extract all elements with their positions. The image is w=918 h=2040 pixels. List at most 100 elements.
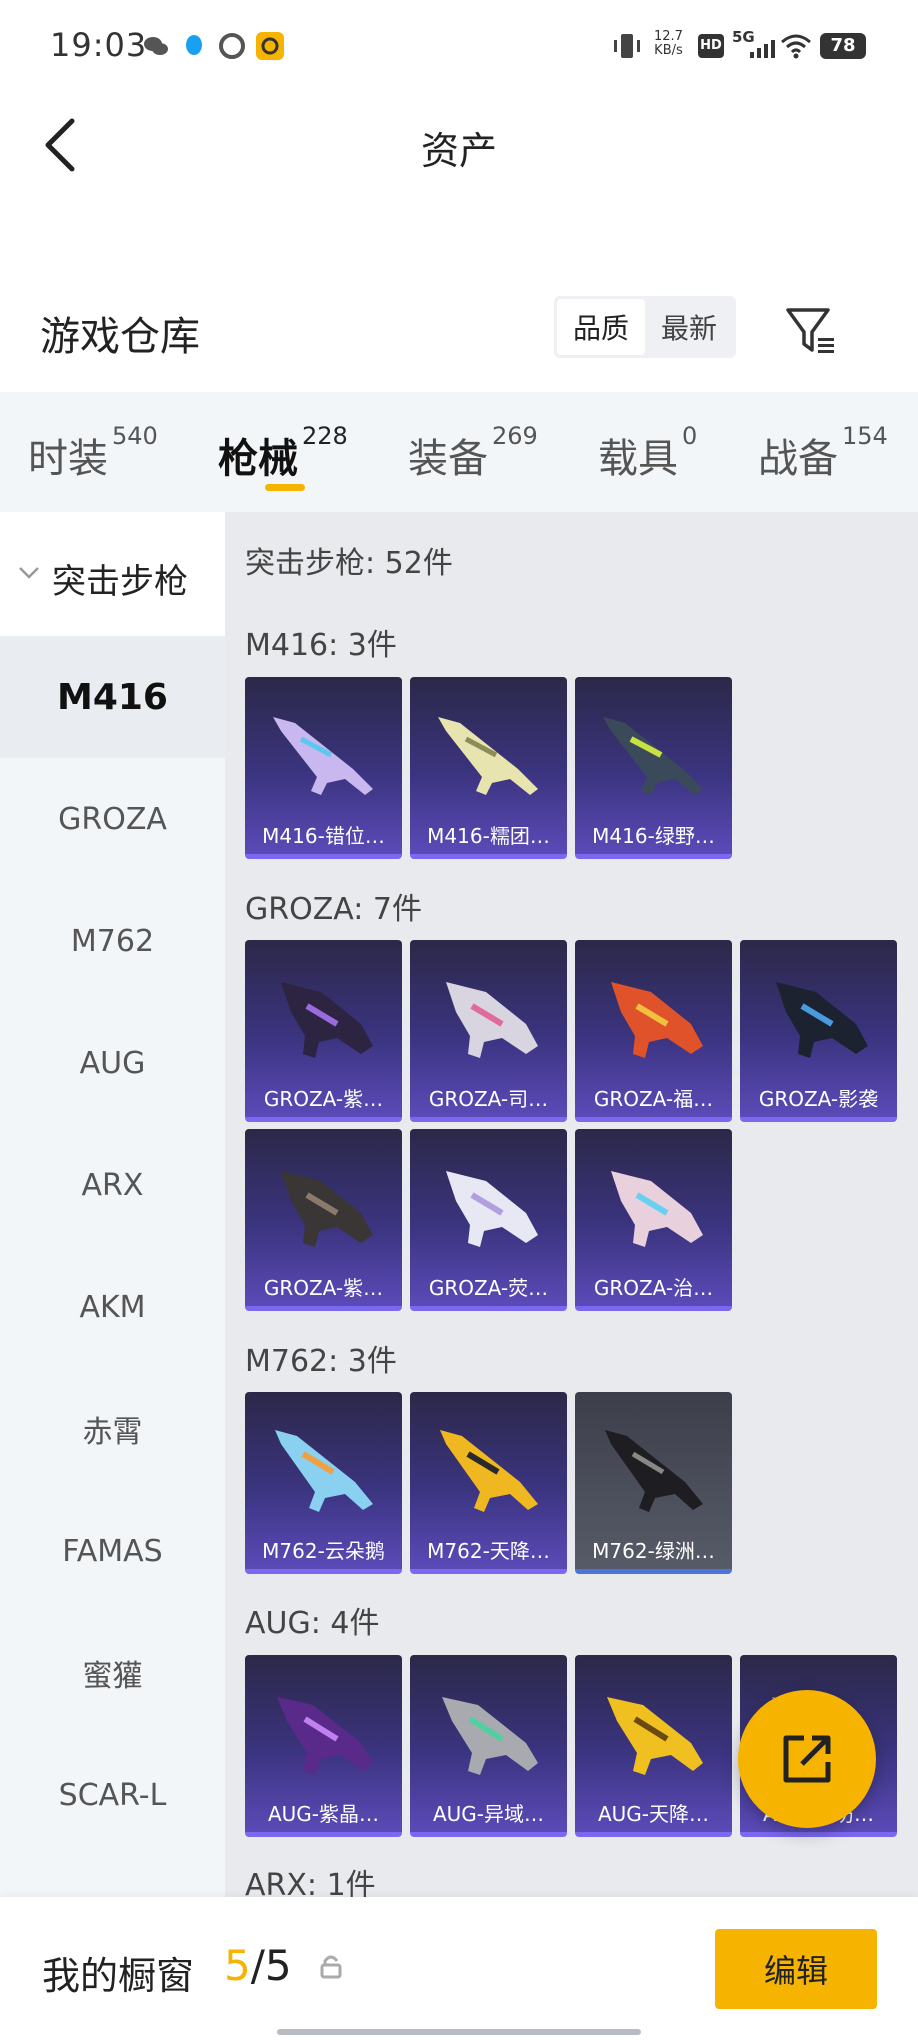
rifle-icon (273, 717, 373, 795)
tab-supplies[interactable]: 战备 154 (758, 422, 888, 484)
weapon-card[interactable]: AUG-天降… (575, 1655, 732, 1837)
rifle-icon (438, 717, 538, 795)
weapon-card[interactable]: AUG-异域… (410, 1655, 567, 1837)
sidebar-item-aug[interactable]: AUG (0, 1002, 225, 1124)
rifle-icon (603, 717, 703, 795)
section-title-m762: M762: 3件 (245, 1344, 397, 1379)
game-app-icon (256, 32, 284, 60)
weapon-card[interactable]: M416-错位… (245, 677, 402, 859)
sidebar-item-famas[interactable]: FAMAS (0, 1490, 225, 1612)
sidebar-item-chixiao[interactable]: 赤霄 (0, 1368, 225, 1490)
weapon-card[interactable]: GROZA-司… (410, 940, 567, 1122)
weapon-card-label: GROZA-荧… (428, 1275, 549, 1300)
sort-newest-button[interactable]: 最新 (645, 299, 733, 355)
edit-button[interactable]: 编辑 (715, 1929, 877, 2009)
net-speed-unit: KB/s (654, 43, 683, 58)
filter-button[interactable] (782, 300, 842, 360)
rifle-icon (607, 1697, 703, 1775)
sidebar-item-groza[interactable]: GROZA (0, 758, 225, 880)
net-speed: 12.7 KB/s (654, 30, 683, 58)
sort-quality-button[interactable]: 品质 (557, 299, 645, 355)
weapon-card-label: AUG-天降… (597, 1801, 710, 1826)
weapon-card[interactable]: M416-糯团… (410, 677, 567, 859)
warehouse-title: 游戏仓库 (40, 314, 200, 360)
rifle-icon (605, 1430, 703, 1512)
weapon-card[interactable]: M762-云朵鹅 (245, 1392, 402, 1574)
sidebar-group-assault-rifle[interactable]: 突击步枪 (0, 512, 225, 636)
section-title-aug: AUG: 4件 (245, 1606, 380, 1641)
weapon-sidebar: 突击步枪 M416 GROZA M762 AUG ARX AKM 赤霄 FAMA… (0, 512, 225, 1897)
weapon-card-label: M416-绿野… (592, 823, 715, 848)
tab-count: 154 (842, 422, 888, 450)
tab-firearms[interactable]: 枪械 228 (218, 422, 348, 484)
tab-label: 战备 (758, 436, 838, 482)
sidebar-item-m416[interactable]: M416 (0, 636, 225, 758)
rifle-icon (611, 982, 703, 1058)
showcase-count: 5/5 (224, 1941, 292, 1990)
weapon-grid: 突击步枪: 52件 M416: 3件 M416-错位… M416-糯团… M41… (225, 512, 918, 1897)
hd-text: HD (700, 38, 722, 53)
signal-icon: 5G (732, 28, 782, 62)
battery-level: 78 (830, 35, 856, 56)
rifle-icon (776, 982, 868, 1058)
sidebar-item-m762[interactable]: M762 (0, 880, 225, 1002)
tab-equipment[interactable]: 装备 269 (408, 422, 538, 484)
weapon-card-label: M762-天降… (427, 1538, 550, 1563)
sidebar-item-scar-l[interactable]: SCAR-L (0, 1734, 225, 1856)
net-speed-value: 12.7 (654, 29, 683, 44)
lock-icon (318, 1953, 344, 1985)
weapon-card[interactable]: M416-绿野… (575, 677, 732, 859)
rifle-icon (440, 1430, 538, 1512)
weapon-card[interactable]: GROZA-紫… (245, 1129, 402, 1311)
rifle-icon (277, 1697, 373, 1775)
rifle-icon (281, 1171, 373, 1247)
section-title-groza: GROZA: 7件 (245, 892, 422, 927)
chevron-down-icon (19, 567, 39, 579)
filter-icon (786, 308, 834, 353)
tab-label: 载具 (598, 436, 678, 482)
weapon-card[interactable]: AUG-紫晶… (245, 1655, 402, 1837)
tab-vehicles[interactable]: 载具 0 (598, 422, 697, 484)
weapon-card-label: GROZA-紫… (263, 1086, 384, 1111)
tab-count: 228 (302, 422, 348, 450)
vibrate-icon (612, 32, 642, 64)
section-title-arx: ARX: 1件 (245, 1868, 376, 1897)
status-time: 19:03 (50, 26, 148, 64)
weapon-card-label: M762-云朵鹅 (262, 1538, 385, 1563)
sidebar-item-akm[interactable]: AKM (0, 1246, 225, 1368)
showcase-current: 5 (224, 1941, 251, 1990)
sidebar-item-honey-badger[interactable]: 蜜獾 (0, 1612, 225, 1734)
sidebar-item-arx[interactable]: ARX (0, 1124, 225, 1246)
showcase-bar: 我的橱窗 5/5 编辑 (0, 1897, 918, 2040)
weapon-card[interactable]: GROZA-影袭 (740, 940, 897, 1122)
tab-fashion[interactable]: 时装 540 (28, 422, 158, 484)
page-title: 资产 (420, 129, 497, 173)
rifle-icon (275, 1430, 373, 1512)
weapon-card-label: AUG-紫晶… (267, 1801, 380, 1826)
status-bar: 19:03 12.7 KB/s HD 5G 78 (0, 0, 918, 90)
weapon-card[interactable]: M762-绿洲… (575, 1392, 732, 1574)
home-indicator[interactable] (277, 2029, 641, 2035)
weapon-card[interactable]: GROZA-紫… (245, 940, 402, 1122)
weapon-card[interactable]: M762-天降… (410, 1392, 567, 1574)
showcase-separator: / (250, 1941, 265, 1990)
category-tabs: 时装 540 枪械 228 装备 269 载具 0 战备 154 (0, 392, 918, 512)
weapon-card[interactable]: GROZA-荧… (410, 1129, 567, 1311)
warehouse-header: 游戏仓库 品质 最新 (0, 280, 918, 390)
tab-count: 0 (682, 422, 698, 450)
weapon-card[interactable]: GROZA-福… (575, 940, 732, 1122)
weapon-card-label: GROZA-影袭 (758, 1086, 879, 1111)
weapon-card-label: M416-错位… (262, 823, 385, 848)
share-button[interactable] (738, 1690, 876, 1828)
weapon-card-label: GROZA-司… (428, 1086, 549, 1111)
showcase-label: 我的橱窗 (42, 1954, 195, 1998)
tab-label: 枪械 (218, 436, 298, 482)
weapon-card-label: M762-绿洲… (592, 1538, 715, 1563)
hd-badge: HD (698, 34, 724, 58)
tab-label: 时装 (28, 436, 108, 482)
wifi-icon (780, 32, 812, 64)
weapon-card[interactable]: GROZA-治… (575, 1129, 732, 1311)
category-total: 突击步枪: 52件 (245, 546, 453, 581)
rifle-icon (611, 1171, 703, 1247)
app-ring-icon (218, 32, 246, 60)
